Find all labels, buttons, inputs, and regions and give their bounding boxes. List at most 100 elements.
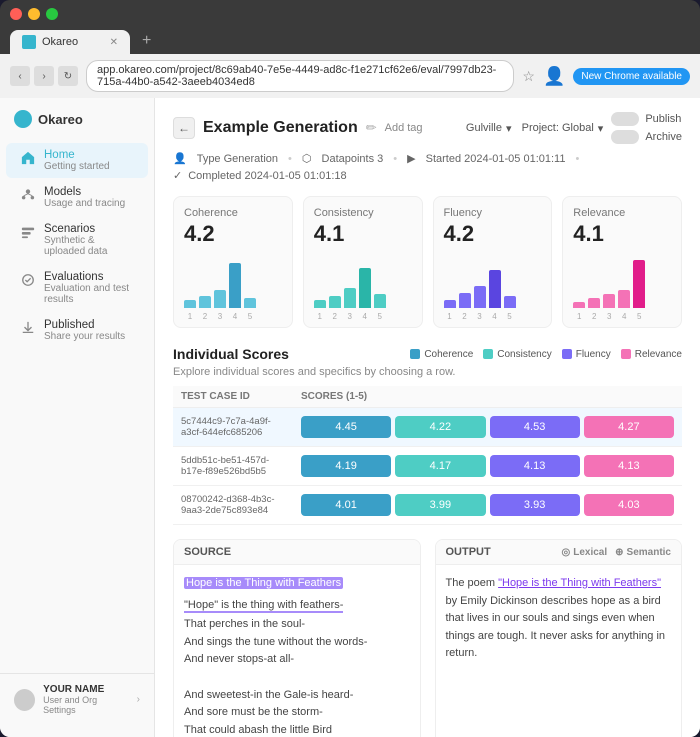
chart-axis-label: 2 (588, 312, 600, 321)
sidebar-item-models[interactable]: Models Usage and tracing (6, 180, 148, 215)
chart-axis-label: 4 (489, 312, 501, 321)
sidebar-item-sublabel: Evaluation and test results (44, 283, 134, 305)
type-icon: 👤 (173, 152, 187, 165)
completed-row: ✓ Completed 2024-01-05 01:01:18 (173, 169, 682, 182)
table-row[interactable]: 08700242-d368-4b3c-9aa3-2de75c893e844.01… (173, 486, 682, 525)
sidebar-item-label: Published (44, 319, 125, 331)
completed-icon: ✓ (173, 169, 182, 182)
user-sub: User and Org Settings (43, 695, 129, 715)
sidebar-item-sublabel: Getting started (44, 161, 110, 172)
sidebar-item-label: Scenarios (44, 223, 134, 235)
metric-card-consistency: Consistency4.112345 (303, 196, 423, 328)
chart-axis-label: 5 (504, 312, 516, 321)
legend-dot (410, 349, 420, 359)
scores-cell: 4.013.993.934.03 (293, 486, 682, 525)
table-row[interactable]: 5c7444c9-7c7a-4a9f-a3cf-644efc6852064.45… (173, 408, 682, 447)
metric-label: Fluency (444, 207, 542, 219)
source-highlight1: Hope is the Thing with Feathers (184, 577, 343, 589)
chart-bar (314, 300, 326, 308)
chart-axis-label: 1 (314, 312, 326, 321)
metric-label: Relevance (573, 207, 671, 219)
semantic-icon: ⊕ (615, 547, 623, 558)
score-pill: 4.45 (301, 416, 391, 438)
traffic-light-red[interactable] (10, 8, 22, 20)
sidebar-logo[interactable]: Okareo (0, 110, 154, 142)
sidebar-item-home[interactable]: Home Getting started (6, 143, 148, 178)
logo-text: Okareo (38, 112, 83, 127)
back-nav-button[interactable]: ‹ (10, 66, 30, 86)
chart-axis-label: 2 (199, 312, 211, 321)
score-pill: 3.93 (490, 494, 580, 516)
legend-item: Relevance (621, 349, 682, 360)
legend-item: Consistency (483, 349, 551, 360)
chart-axis-label: 4 (618, 312, 630, 321)
legend-item: Coherence (410, 349, 473, 360)
new-chrome-button[interactable]: New Chrome available (573, 68, 690, 85)
chart-axis-label: 3 (474, 312, 486, 321)
chart-axis-label: 3 (344, 312, 356, 321)
new-tab-button[interactable]: + (134, 28, 159, 54)
started-label: Started 2024-01-05 01:01:11 (426, 153, 566, 165)
archive-toggle[interactable]: Archive (611, 130, 682, 144)
section-title: Individual Scores (173, 346, 289, 362)
user-name: YOUR NAME (43, 684, 129, 695)
metric-value: 4.1 (573, 221, 671, 247)
sidebar-item-label: Models (44, 186, 125, 198)
publish-toggle-switch[interactable] (611, 112, 639, 126)
metric-label: Consistency (314, 207, 412, 219)
archive-label: Archive (645, 131, 682, 143)
chart-axis-label: 3 (214, 312, 226, 321)
metric-card-relevance: Relevance4.112345 (562, 196, 682, 328)
chart-bar (504, 296, 516, 308)
chart-axis-label: 5 (244, 312, 256, 321)
bookmark-icon[interactable]: ☆ (522, 68, 535, 85)
legend-dot (621, 349, 631, 359)
chart-bar (214, 290, 226, 308)
score-pill: 4.01 (301, 494, 391, 516)
sidebar-user-settings[interactable]: YOUR NAME User and Org Settings › (0, 673, 154, 725)
metric-chart (184, 253, 282, 308)
metric-value: 4.1 (314, 221, 412, 247)
edit-icon[interactable]: ✏ (366, 120, 377, 136)
chart-bar (573, 302, 585, 308)
sidebar-item-evaluations[interactable]: Evaluations Evaluation and test results (6, 265, 148, 311)
metric-card-fluency: Fluency4.212345 (433, 196, 553, 328)
traffic-light-green[interactable] (46, 8, 58, 20)
home-icon (20, 150, 36, 166)
add-tag-button[interactable]: Add tag (385, 122, 423, 134)
tab-lexical[interactable]: ◎ Lexical (561, 547, 607, 558)
browser-tab[interactable]: Okareo ✕ (10, 30, 130, 54)
url-input[interactable]: app.okareo.com/project/8c69ab40-7e5e-444… (86, 60, 514, 92)
source-text1: "Hope" is the thing with feathers- (184, 599, 343, 613)
output-text: The poem (446, 577, 499, 589)
tab-close-icon[interactable]: ✕ (110, 37, 118, 48)
sidebar-item-published[interactable]: Published Share your results (6, 313, 148, 348)
traffic-light-yellow[interactable] (28, 8, 40, 20)
legend-label: Consistency (497, 349, 551, 360)
test-case-id: 08700242-d368-4b3c-9aa3-2de75c893e84 (173, 486, 293, 525)
completed-label: Completed 2024-01-05 01:01:18 (188, 170, 346, 182)
back-button[interactable]: ← (173, 117, 195, 139)
type-label: Type Generation (197, 153, 278, 165)
chart-bar (229, 263, 241, 308)
archive-toggle-switch[interactable] (611, 130, 639, 144)
page-title: Example Generation (203, 119, 358, 137)
score-pill: 3.99 (395, 494, 485, 516)
tab-semantic[interactable]: ⊕ Semantic (615, 547, 671, 558)
address-bar: ‹ › ↻ app.okareo.com/project/8c69ab40-7e… (0, 54, 700, 98)
metric-chart (573, 253, 671, 308)
forward-nav-button[interactable]: › (34, 66, 54, 86)
chart-bar (329, 296, 341, 308)
table-row[interactable]: 5ddb51c-be51-457d-b17e-f89e526bd5b54.194… (173, 447, 682, 486)
metrics-grid: Coherence4.212345Consistency4.112345Flue… (173, 196, 682, 328)
output-panel: OUTPUT ◎ Lexical ⊕ Semantic (435, 539, 683, 737)
chart-bar (603, 294, 615, 308)
metric-value: 4.2 (444, 221, 542, 247)
sidebar-item-scenarios[interactable]: Scenarios Synthetic & uploaded data (6, 217, 148, 263)
publish-toggle[interactable]: Publish (611, 112, 682, 126)
col-scores-header: SCORES (1-5) (293, 386, 682, 408)
chart-bar (474, 286, 486, 308)
logo-icon (14, 110, 32, 128)
chart-axis-label: 4 (229, 312, 241, 321)
refresh-nav-button[interactable]: ↻ (58, 66, 78, 86)
